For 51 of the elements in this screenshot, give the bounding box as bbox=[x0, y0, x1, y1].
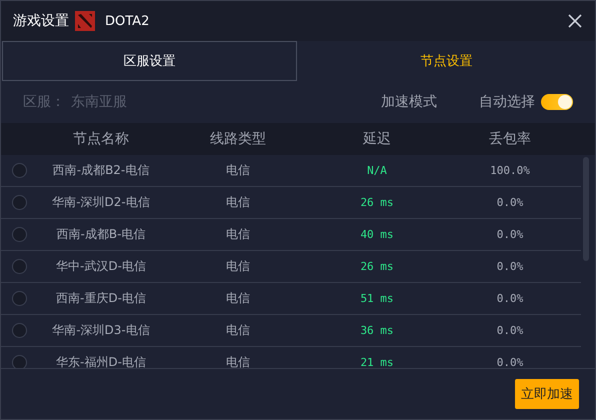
packet-loss: 0.0% bbox=[496, 324, 524, 337]
tab[interactable]: 区服设置 bbox=[2, 41, 297, 81]
radio-button[interactable] bbox=[12, 227, 27, 242]
tab[interactable]: 节点设置 bbox=[299, 41, 594, 81]
latency: 36 ms bbox=[359, 324, 395, 337]
node-name: 华南-深圳D3-电信 bbox=[51, 322, 151, 339]
game-logo-icon bbox=[75, 11, 95, 31]
latency: 21 ms bbox=[359, 356, 395, 368]
radio-button[interactable] bbox=[12, 291, 27, 306]
line-type: 电信 bbox=[225, 226, 251, 243]
node-name: 西南-成都B-电信 bbox=[56, 226, 146, 243]
radio-button[interactable] bbox=[12, 323, 27, 338]
column-header: 丢包率 bbox=[488, 130, 532, 148]
accelerate-button[interactable]: 立即加速 bbox=[515, 379, 579, 409]
column-header: 线路类型 bbox=[209, 130, 267, 148]
node-name: 西南-重庆D-电信 bbox=[55, 290, 147, 307]
region-label: 区服： bbox=[23, 93, 65, 111]
packet-loss: 0.0% bbox=[496, 292, 524, 305]
line-type: 电信 bbox=[225, 354, 251, 368]
radio-button[interactable] bbox=[12, 259, 27, 274]
node-name: 华南-深圳D2-电信 bbox=[51, 194, 151, 211]
region-value: 东南亚服 bbox=[71, 93, 127, 111]
window-title: 游戏设置 bbox=[13, 12, 69, 30]
packet-loss: 0.0% bbox=[496, 228, 524, 241]
packet-loss: 0.0% bbox=[496, 260, 524, 273]
latency: 51 ms bbox=[359, 292, 395, 305]
auto-select-label: 自动选择 bbox=[479, 93, 535, 111]
node-name: 华东-福州D-电信 bbox=[55, 354, 147, 368]
line-type: 电信 bbox=[225, 290, 251, 307]
latency: N/A bbox=[366, 164, 388, 177]
column-header: 延迟 bbox=[362, 130, 392, 148]
close-button[interactable] bbox=[567, 13, 583, 29]
packet-loss: 100.0% bbox=[489, 164, 531, 177]
column-header: 节点名称 bbox=[72, 130, 130, 148]
line-type: 电信 bbox=[225, 194, 251, 211]
latency: 26 ms bbox=[359, 260, 395, 273]
game-name: DOTA2 bbox=[105, 14, 150, 28]
line-type: 电信 bbox=[225, 162, 251, 179]
latency: 40 ms bbox=[359, 228, 395, 241]
radio-button[interactable] bbox=[12, 195, 27, 210]
radio-button[interactable] bbox=[12, 163, 27, 178]
mode-label: 加速模式 bbox=[381, 93, 437, 111]
node-name: 华中-武汉D-电信 bbox=[55, 258, 147, 275]
packet-loss: 0.0% bbox=[496, 196, 524, 209]
packet-loss: 0.0% bbox=[496, 356, 524, 368]
line-type: 电信 bbox=[225, 258, 251, 275]
radio-button[interactable] bbox=[12, 355, 27, 368]
node-name: 西南-成都B2-电信 bbox=[52, 162, 150, 179]
latency: 26 ms bbox=[359, 196, 395, 209]
auto-select-toggle[interactable] bbox=[541, 94, 573, 110]
line-type: 电信 bbox=[225, 322, 251, 339]
